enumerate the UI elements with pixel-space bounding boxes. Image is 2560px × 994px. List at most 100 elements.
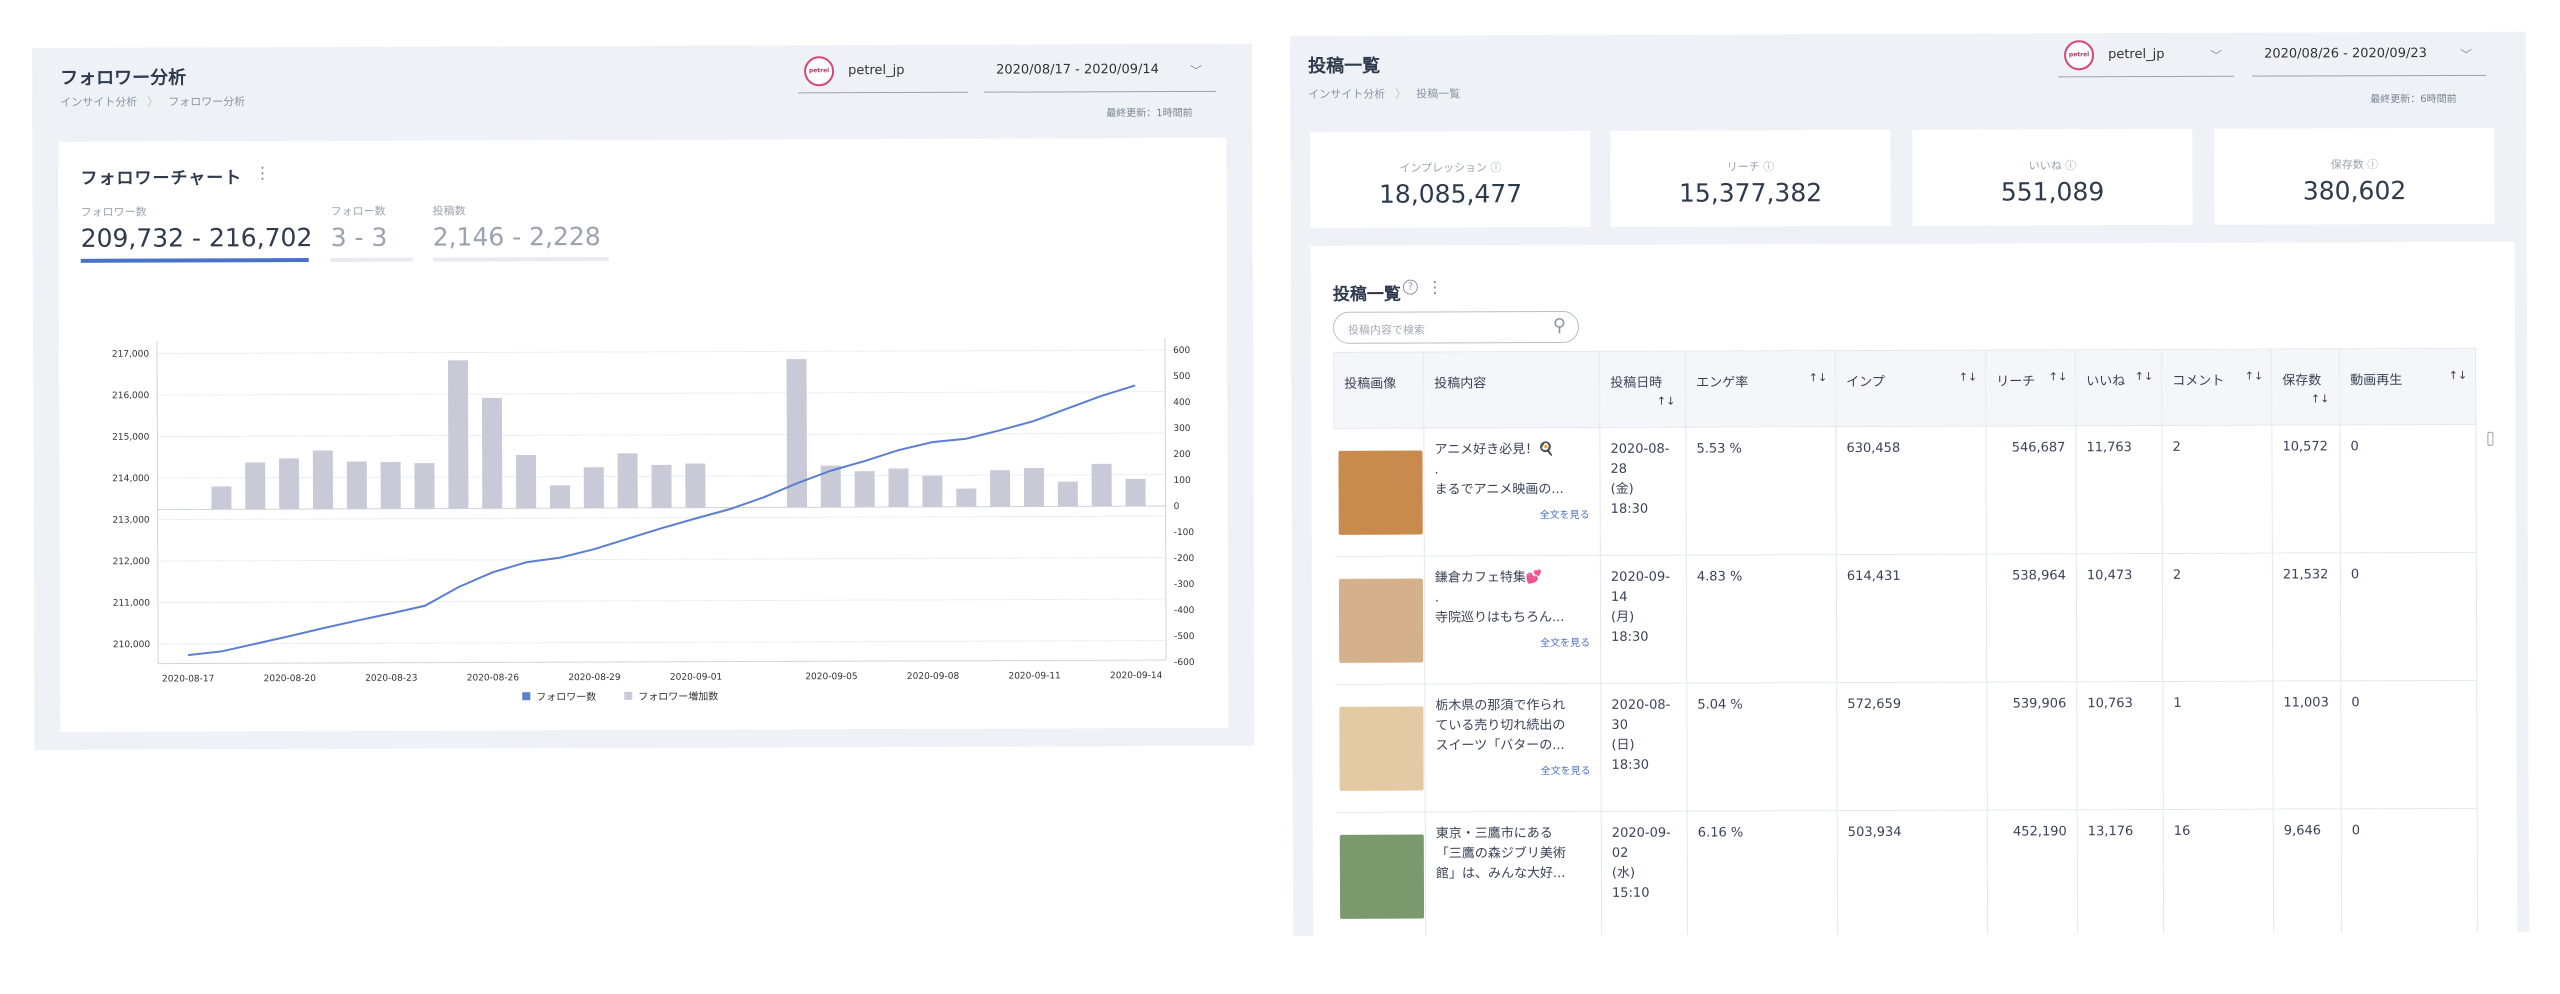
metric-value: 380,602 bbox=[2302, 176, 2407, 206]
comments-cell: 16 bbox=[2163, 809, 2274, 936]
col-header-label: 投稿内容 bbox=[1434, 376, 1487, 392]
post-thumbnail[interactable] bbox=[1338, 706, 1424, 791]
y-axis-right bbox=[1164, 338, 1167, 661]
sort-icon[interactable]: ↑↓ bbox=[1610, 395, 1675, 408]
post-table: 投稿画像 投稿内容 投稿日時 ↑↓ エンゲ率 ↑↓ インプ ↑↓ リーチ ↑↓ いいね ↑… bbox=[1333, 348, 2478, 936]
sort-icon[interactable]: ↑↓ bbox=[2135, 370, 2153, 383]
date-range-select[interactable]: 2020/08/17 - 2020/09/14 ﹀ bbox=[984, 47, 1217, 93]
y-left-tick-label: 212,000 bbox=[113, 557, 151, 567]
post-list-title: 投稿一覧 bbox=[1332, 284, 1401, 305]
bar bbox=[312, 450, 334, 510]
metric-value: 15,377,382 bbox=[1678, 178, 1823, 208]
col-header-label: 動画再生 bbox=[2350, 373, 2403, 389]
x-tick-label: 2020-09-01 bbox=[670, 673, 722, 683]
gridline bbox=[157, 598, 1166, 604]
y-left-tick-label: 211,000 bbox=[113, 599, 151, 609]
post-content-line: . bbox=[1434, 590, 1440, 606]
table-row[interactable]: 栃木県の那須で作られ ている売り切れ続出の スイーツ「バターの... 全文を見る 202… bbox=[1334, 680, 2478, 813]
col-header-engagement[interactable]: エンゲ率 ↑↓ bbox=[1685, 350, 1836, 428]
breadcrumb-item[interactable]: インサイト分析 bbox=[1308, 88, 1385, 101]
col-header-label: リーチ bbox=[1996, 374, 2036, 390]
help-icon[interactable]: ? bbox=[1402, 279, 1418, 295]
x-tick-label: 2020-09-14 bbox=[1110, 671, 1163, 681]
table-row[interactable]: 鎌倉カフェ特集💕. 寺院巡りはもちろん... 全文を見る 2020-09- 14 (月) 1… bbox=[1334, 552, 2477, 685]
table-row[interactable]: アニメ好き必見！🍳. まるでアニメ映画の... 全文を見る 2020-08- 28 (金)… bbox=[1333, 424, 2477, 557]
col-header-saves[interactable]: 保存数 ↑↓ bbox=[2271, 348, 2340, 426]
col-header-reach[interactable]: リーチ ↑↓ bbox=[1985, 349, 2076, 427]
post-date-line: (金) bbox=[1610, 481, 1634, 497]
post-thumbnail[interactable] bbox=[1339, 834, 1424, 919]
post-date-line: 28 bbox=[1610, 461, 1628, 477]
likes-cell: 10,763 bbox=[2076, 681, 2164, 810]
bar bbox=[414, 463, 435, 509]
col-header-comments[interactable]: コメント ↑↓ bbox=[2161, 349, 2272, 426]
post-thumbnail[interactable] bbox=[1337, 450, 1423, 535]
reach-cell: 546,687 bbox=[1985, 425, 2077, 555]
y-right-tick-label: 200 bbox=[1173, 450, 1190, 460]
follower-line bbox=[188, 384, 1136, 657]
post-image-cell bbox=[1335, 812, 1426, 936]
sort-icon[interactable]: ↑↓ bbox=[2449, 369, 2467, 382]
y-right-tick-label: -400 bbox=[1174, 606, 1195, 616]
y-right-tick-label: 600 bbox=[1173, 346, 1190, 356]
breadcrumb-item[interactable]: インサイト分析 bbox=[60, 96, 137, 109]
kebab-menu-icon[interactable]: ⋮ bbox=[1427, 277, 1443, 296]
avatar-logo-text: petrel bbox=[808, 67, 830, 75]
col-header-likes[interactable]: いいね ↑↓ bbox=[2075, 349, 2162, 426]
bar bbox=[651, 464, 672, 508]
sort-icon[interactable]: ↑↓ bbox=[2245, 370, 2263, 383]
date-range-select[interactable]: 2020/08/26 - 2020/09/23 ﹀ bbox=[2251, 31, 2487, 77]
table-row[interactable]: 東京・三鷹市にある 「三鷹の森ジブリ美術 館」は、みんな大好... 2020-09- 0… bbox=[1335, 808, 2478, 936]
follower-chart-card: フォロワーチャート ⋮ フォロワー数 209,732 - 216,702 フォロ… bbox=[58, 137, 1229, 732]
account-selector[interactable]: petrel petrel_jp bbox=[798, 48, 969, 94]
col-header-date[interactable]: 投稿日時 ↑↓ bbox=[1599, 351, 1686, 428]
breadcrumb-separator-icon: 〉 bbox=[1395, 87, 1407, 101]
video-views-cell: 0 bbox=[2341, 808, 2478, 936]
chevron-down-icon: ﹀ bbox=[2210, 48, 2223, 63]
col-header-video[interactable]: 動画再生 ↑↓ bbox=[2339, 348, 2476, 425]
sort-icon[interactable]: ↑↓ bbox=[2282, 392, 2329, 405]
engagement-cell: 6.16 % bbox=[1687, 810, 1838, 936]
search-input[interactable]: 投稿内容で検索 ⚲ bbox=[1332, 310, 1580, 344]
follower-chart: 210,000 211,000 212,000 213,000 214,000 215,0… bbox=[112, 338, 1195, 703]
gridline bbox=[157, 557, 1166, 562]
bar bbox=[922, 475, 943, 507]
metric-value: 551,089 bbox=[2000, 177, 2105, 207]
last-updated: 最終更新：6時間前 bbox=[2370, 93, 2457, 106]
col-header-label: 保存数 bbox=[2282, 373, 2322, 389]
post-content-cell: 鎌倉カフェ特集💕. 寺院巡りはもちろん... 全文を見る bbox=[1424, 555, 1601, 685]
y-right-tick-label: 0 bbox=[1174, 502, 1180, 512]
account-selector[interactable]: petrel petrel_jp ﹀ bbox=[2057, 32, 2235, 78]
gridline bbox=[157, 515, 1166, 521]
bar bbox=[854, 471, 875, 508]
post-image-cell bbox=[1334, 556, 1425, 685]
read-more-link[interactable]: 全文を見る bbox=[1436, 762, 1591, 783]
video-views-cell: 0 bbox=[2339, 424, 2477, 553]
post-date-line: 2020-08- bbox=[1611, 697, 1671, 713]
sort-icon[interactable]: ↑↓ bbox=[1959, 371, 1977, 384]
col-header-impressions[interactable]: インプ ↑↓ bbox=[1835, 350, 1986, 427]
post-image-cell bbox=[1333, 428, 1425, 557]
sort-icon[interactable]: ↑↓ bbox=[1809, 371, 1827, 384]
breadcrumb-item: フォロワー分析 bbox=[168, 95, 246, 109]
metric-likes: いいね ⓘ 551,089 bbox=[1912, 128, 2193, 226]
post-date-line: (水) bbox=[1611, 865, 1636, 881]
saves-cell: 21,532 bbox=[2272, 552, 2341, 682]
breadcrumb: インサイト分析〉投稿一覧 bbox=[1308, 85, 1460, 102]
read-more-link[interactable]: 全文を見る bbox=[1435, 506, 1590, 527]
metric-label: インプレッション ⓘ bbox=[1399, 161, 1502, 175]
post-thumbnail[interactable] bbox=[1338, 578, 1423, 663]
date-range-value: 2020/08/26 - 2020/09/23 bbox=[2264, 46, 2427, 62]
post-date-line: (月) bbox=[1611, 609, 1635, 625]
read-more-link[interactable]: 全文を見る bbox=[1435, 634, 1590, 655]
bar bbox=[888, 468, 909, 508]
post-date-line: 2020-08- bbox=[1610, 441, 1670, 457]
col-header-label: インプ bbox=[1846, 374, 1885, 391]
scrollbar-thumb[interactable] bbox=[2487, 431, 2494, 446]
y-axis-left bbox=[156, 341, 159, 664]
breadcrumb-separator-icon: 〉 bbox=[147, 95, 159, 109]
account-avatar: petrel bbox=[2064, 39, 2095, 70]
search-icon[interactable]: ⚲ bbox=[1553, 315, 1566, 336]
sort-icon[interactable]: ↑↓ bbox=[2049, 370, 2067, 383]
y-right-tick-label: 100 bbox=[1174, 476, 1191, 486]
